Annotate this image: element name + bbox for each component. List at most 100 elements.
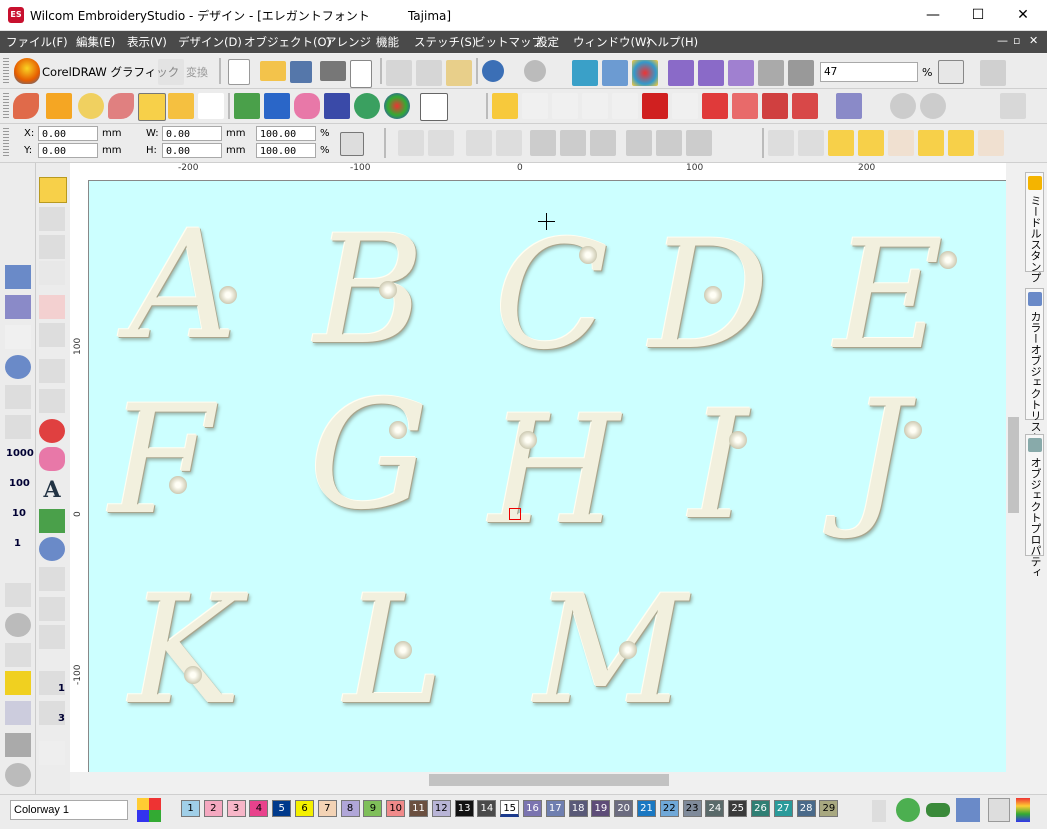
- height-percent-input[interactable]: 100.00: [256, 143, 316, 158]
- height-input[interactable]: 0.00: [162, 143, 222, 158]
- menu-bitmap[interactable]: ビットマップ: [474, 34, 543, 50]
- node-tool-icon[interactable]: [39, 323, 65, 347]
- menu-edit[interactable]: 編集(E): [76, 34, 115, 50]
- underlay-icon[interactable]: [768, 130, 794, 156]
- color-swatch[interactable]: 13: [454, 800, 474, 817]
- new-file-icon[interactable]: [228, 59, 250, 85]
- save-icon[interactable]: [290, 61, 312, 83]
- select-arrow-icon[interactable]: [39, 177, 67, 203]
- column-cap-icon[interactable]: [948, 130, 974, 156]
- color-swatch[interactable]: 4: [249, 800, 269, 817]
- cut-icon[interactable]: [386, 60, 412, 86]
- complex-fill-icon[interactable]: [108, 93, 134, 119]
- cap-icon[interactable]: [918, 130, 944, 156]
- color-swatch[interactable]: 20: [614, 800, 634, 817]
- zoom-100-icon[interactable]: [920, 93, 946, 119]
- travel-icon[interactable]: [572, 60, 598, 86]
- wave-tool-icon[interactable]: [39, 261, 65, 285]
- hexagon-fill-icon[interactable]: [5, 671, 31, 695]
- menu-function[interactable]: 機能: [376, 34, 399, 50]
- color-swatch[interactable]: 3: [226, 800, 246, 817]
- fish-applique-icon[interactable]: [198, 93, 224, 119]
- grid-fill-icon[interactable]: [420, 93, 448, 121]
- color-wheel-icon[interactable]: [354, 93, 380, 119]
- horizontal-ruler[interactable]: -200 -100 0 100 200: [88, 163, 1006, 181]
- print-preview-icon[interactable]: [350, 60, 372, 88]
- open-folder-icon[interactable]: [260, 61, 286, 81]
- y-position-input[interactable]: 0.00: [38, 143, 98, 158]
- hatch-tool-icon[interactable]: [39, 625, 65, 649]
- photo-stitch-icon[interactable]: [324, 93, 350, 119]
- color-swatch[interactable]: 26: [751, 800, 770, 817]
- vertical-scrollbar[interactable]: [1006, 181, 1021, 772]
- contour-stitch-icon[interactable]: [672, 93, 698, 119]
- zoom-settings-icon[interactable]: [938, 60, 964, 84]
- mdi-restore-button[interactable]: ▫: [1013, 34, 1020, 47]
- ring-tool-icon[interactable]: [5, 763, 31, 787]
- color-swatch[interactable]: 2: [203, 800, 223, 817]
- export-machine-icon[interactable]: [698, 60, 724, 86]
- color-palette-icon[interactable]: [632, 60, 658, 86]
- color-swatch[interactable]: 15: [500, 800, 520, 817]
- palette-scroll-arrows[interactable]: [872, 800, 886, 822]
- machine-format-icon[interactable]: [788, 60, 814, 86]
- embroidery-letter-e[interactable]: E: [834, 221, 944, 371]
- mirror-vertical-icon[interactable]: [560, 130, 586, 156]
- color-swatch[interactable]: 1: [181, 800, 200, 817]
- step-1-button[interactable]: 1: [14, 538, 21, 549]
- redo-icon[interactable]: [524, 60, 546, 82]
- embroidery-letter-c[interactable]: C: [494, 221, 609, 371]
- group-icon[interactable]: [398, 130, 424, 156]
- embroidery-letter-a[interactable]: A: [129, 211, 237, 361]
- docker-tab-needle-stamp[interactable]: ミードルスタンプ: [1025, 172, 1044, 283]
- color-swatch[interactable]: 24: [705, 800, 725, 817]
- grid-toggle-icon[interactable]: [980, 60, 1006, 86]
- horizontal-scrollbar[interactable]: [89, 772, 1006, 788]
- border-tool-icon[interactable]: [39, 597, 65, 621]
- run-tool-icon[interactable]: [39, 359, 65, 383]
- zigzag-stitch-icon[interactable]: [552, 93, 578, 119]
- color-swatch[interactable]: 10: [386, 800, 406, 817]
- color-swatch[interactable]: 5: [272, 800, 292, 817]
- toolbar-grip[interactable]: [3, 93, 9, 119]
- undo-icon[interactable]: [482, 60, 504, 82]
- horizontal-scroll-thumb[interactable]: [429, 774, 669, 786]
- tatami-stitch-icon[interactable]: [522, 93, 548, 119]
- mdi-minimize-button[interactable]: —: [997, 34, 1008, 47]
- embroidery-letter-i[interactable]: I: [689, 391, 748, 541]
- embroidery-letter-m[interactable]: M: [534, 576, 688, 726]
- vertical-scroll-thumb[interactable]: [1008, 417, 1019, 513]
- stipple-fill-icon[interactable]: [762, 93, 788, 119]
- stitch-angle-icon[interactable]: [858, 130, 884, 156]
- unlock-icon[interactable]: [496, 130, 522, 156]
- team-names-icon[interactable]: [39, 509, 65, 533]
- lock-icon[interactable]: [466, 130, 492, 156]
- maximize-button[interactable]: ☐: [955, 0, 1001, 30]
- color-swatch[interactable]: 19: [591, 800, 611, 817]
- remove-color-icon[interactable]: [926, 803, 950, 817]
- auto-split-icon[interactable]: [828, 130, 854, 156]
- menu-window[interactable]: ウィンドウ(W): [573, 34, 651, 50]
- color-matrix-icon[interactable]: [137, 798, 161, 822]
- menu-design[interactable]: デザイン(D): [178, 34, 242, 50]
- needle-tool-icon[interactable]: [5, 385, 31, 409]
- color-swatch[interactable]: 22: [659, 800, 679, 817]
- menu-stitch[interactable]: ステッチ(S): [414, 34, 476, 50]
- send-machine-icon[interactable]: [668, 60, 694, 86]
- reshape-icon[interactable]: [530, 130, 556, 156]
- embroidery-letter-k[interactable]: K: [129, 576, 241, 726]
- lock-proportion-icon[interactable]: [340, 132, 364, 156]
- color-bars-icon[interactable]: [1016, 798, 1030, 822]
- vertical-ruler[interactable]: 100 0 -100: [70, 180, 89, 772]
- outline-leaf-icon[interactable]: [78, 93, 104, 119]
- colorway-select[interactable]: Colorway 1: [10, 800, 128, 820]
- color-swatch[interactable]: 17: [545, 800, 565, 817]
- auto-digitize-icon[interactable]: [234, 93, 260, 119]
- lettering-tool-icon[interactable]: A: [39, 477, 65, 503]
- mdi-close-button[interactable]: ✕: [1029, 34, 1038, 47]
- align-center-icon[interactable]: [656, 130, 682, 156]
- cut-tool-icon[interactable]: [5, 415, 31, 439]
- paste-icon[interactable]: [446, 60, 472, 86]
- toolbar-grip[interactable]: [3, 128, 9, 158]
- stitch-edit-icon[interactable]: [39, 235, 65, 259]
